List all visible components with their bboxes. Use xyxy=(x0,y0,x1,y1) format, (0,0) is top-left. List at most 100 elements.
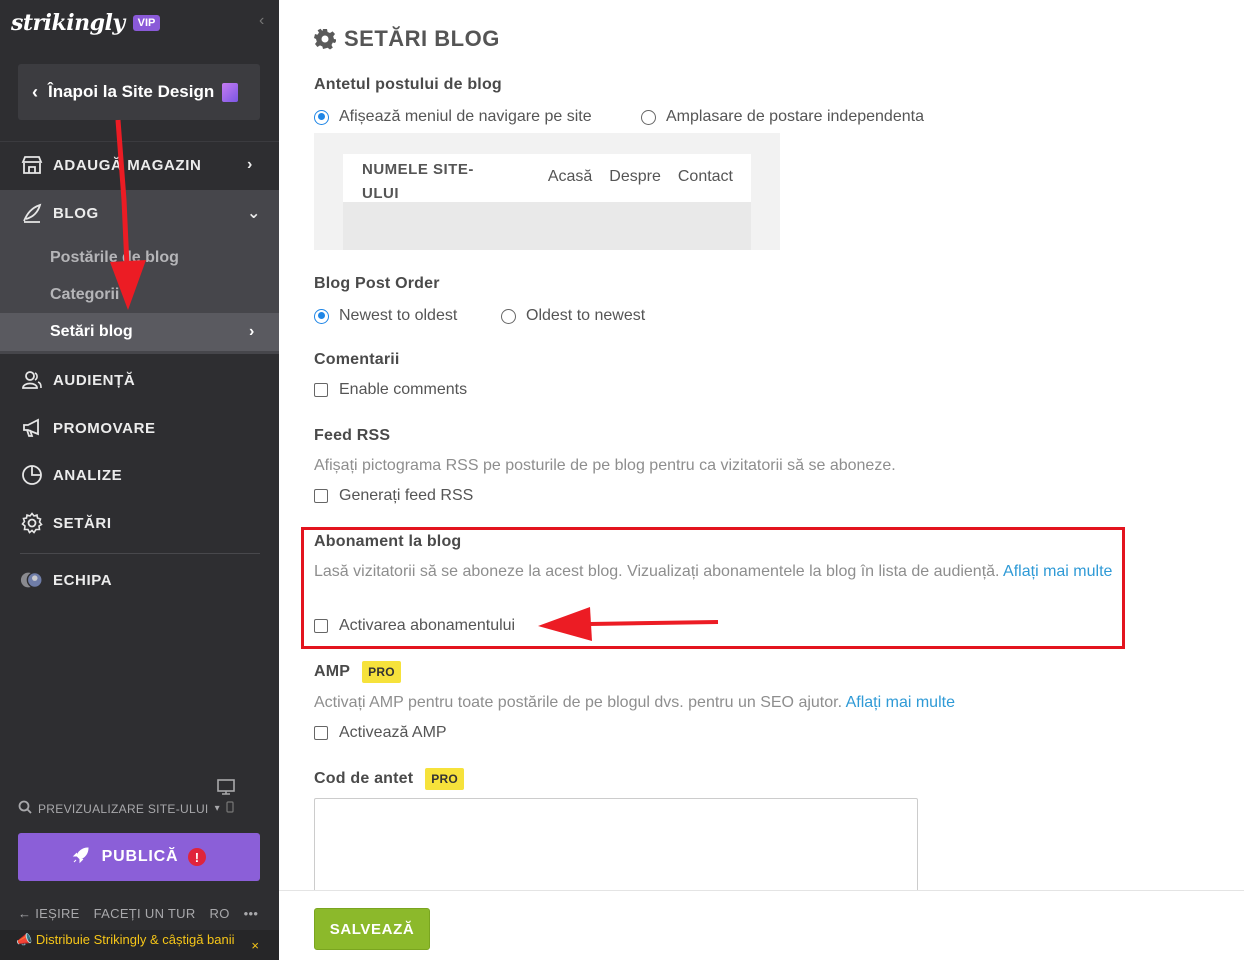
close-icon[interactable]: × xyxy=(251,939,259,952)
rss-description: Afișați pictograma RSS pe posturile de p… xyxy=(314,457,896,474)
back-button-label: Înapoi la Site Design xyxy=(48,82,215,101)
chevron-right-icon: › xyxy=(247,156,253,173)
radio-label: Afișează meniul de navigare pe site xyxy=(339,108,592,125)
page-title: SETĂRI BLOG xyxy=(314,26,500,52)
vip-badge: VIP xyxy=(132,15,161,31)
caret-down-icon: ▾ xyxy=(214,803,220,814)
preview-label: PREVIZUALIZARE SITE-ULUI xyxy=(38,801,209,816)
section-title-amp: AMP PRO xyxy=(314,661,401,683)
radio-button[interactable] xyxy=(501,308,516,324)
sidebar-item-label: AUDIENȚĂ xyxy=(53,371,136,389)
users-icon xyxy=(20,368,44,392)
mobile-view-icon[interactable] xyxy=(226,801,234,816)
sidebar-subitem-blog-posts[interactable]: Postările de blog xyxy=(0,239,279,277)
divider xyxy=(20,553,260,554)
megaphone-icon xyxy=(20,416,44,440)
radio-show-nav-menu[interactable]: Afișează meniul de navigare pe site xyxy=(314,108,592,126)
sidebar-item-blog[interactable]: BLOG ⌄ xyxy=(0,191,279,235)
preview-navbar: NUMELE SITE-ULUI Acasă Despre Contact xyxy=(343,154,751,202)
radio-button-selected[interactable] xyxy=(314,109,329,125)
publish-label: PUBLICĂ xyxy=(101,848,179,865)
section-title-rss: Feed RSS xyxy=(314,427,391,444)
preview-site-button[interactable]: PREVIZUALIZARE SITE-ULUI ▾ xyxy=(18,800,234,817)
chevron-left-icon[interactable]: ‹ xyxy=(259,12,264,30)
desktop-view-icon[interactable] xyxy=(216,777,236,797)
document-icon xyxy=(222,82,239,102)
logo-row: strikingly VIP xyxy=(11,8,161,38)
publish-button[interactable]: PUBLICĂ ! xyxy=(18,833,260,881)
radio-label: Oldest to newest xyxy=(526,307,646,324)
gear-icon xyxy=(314,28,336,50)
pie-chart-icon xyxy=(20,463,44,487)
checkbox-generate-rss[interactable]: Generați feed RSS xyxy=(314,487,473,505)
amp-description-text: Activați AMP pentru toate postările de p… xyxy=(314,694,843,711)
back-to-site-design-button[interactable]: ‹ Înapoi la Site Design xyxy=(18,64,260,120)
checkbox-label: Generați feed RSS xyxy=(339,487,474,504)
section-title-text: AMP xyxy=(314,663,351,681)
blog-section: BLOG ⌄ Postările de blog Categorii Setăr… xyxy=(0,190,279,354)
checkbox[interactable] xyxy=(314,489,328,503)
search-icon xyxy=(18,800,32,817)
radio-newest-first[interactable]: Newest to oldest xyxy=(314,307,457,325)
preview-nav-links: Acasă Despre Contact xyxy=(548,168,733,186)
language-selector[interactable]: RO xyxy=(210,906,230,921)
amp-description: Activați AMP pentru toate postările de p… xyxy=(314,691,955,715)
checkbox[interactable] xyxy=(314,383,328,397)
team-avatars-icon xyxy=(20,568,44,592)
sidebar-item-analytics[interactable]: ANALIZE xyxy=(0,453,279,497)
save-button[interactable]: SALVEAZĂ xyxy=(314,908,430,950)
chevron-left-icon: ‹ xyxy=(32,81,38,102)
sidebar-item-team[interactable]: ECHIPA xyxy=(0,558,279,602)
section-title-comments: Comentarii xyxy=(314,351,400,368)
store-icon xyxy=(20,153,44,177)
annotation-highlight-box xyxy=(301,527,1125,649)
sidebar-item-label: SETĂRI xyxy=(53,514,112,532)
sidebar-item-settings[interactable]: SETĂRI xyxy=(0,501,279,545)
preview-site-name: NUMELE SITE-ULUI xyxy=(362,161,474,202)
sidebar-item-label: ADAUGĂ MAGAZIN xyxy=(53,156,202,174)
gear-icon xyxy=(20,511,44,535)
section-title-post-header: Antetul postului de blog xyxy=(314,76,502,93)
checkbox[interactable] xyxy=(314,726,328,740)
blog-settings-panel: SETĂRI BLOG Antetul postului de blog Afi… xyxy=(279,0,1244,960)
section-title-text: Cod de antet xyxy=(314,770,414,788)
radio-button-selected[interactable] xyxy=(314,308,329,324)
strikingly-logo[interactable]: strikingly xyxy=(11,10,125,36)
radio-button[interactable] xyxy=(641,109,656,125)
checkbox-enable-amp[interactable]: Activează AMP xyxy=(314,724,447,742)
checkbox-label: Enable comments xyxy=(339,381,468,398)
megaphone-icon: 📣 xyxy=(16,932,33,947)
radio-oldest-first[interactable]: Oldest to newest xyxy=(501,307,645,325)
checkbox-label: Activează AMP xyxy=(339,724,447,741)
learn-more-link[interactable]: Aflați mai multe xyxy=(846,694,955,711)
sidebar-item-label: PROMOVARE xyxy=(53,419,156,437)
page-title-text: SETĂRI BLOG xyxy=(344,26,500,51)
sidebar-subitem-categories[interactable]: Categorii xyxy=(0,276,279,314)
sidebar-item-label: ANALIZE xyxy=(53,466,123,484)
checkbox-enable-comments[interactable]: Enable comments xyxy=(314,381,467,399)
preview-body xyxy=(343,202,751,250)
chevron-right-icon: › xyxy=(249,323,255,340)
header-preview: NUMELE SITE-ULUI Acasă Despre Contact xyxy=(314,133,780,250)
referral-promo-banner[interactable]: 📣 Distribuie Strikingly & câștigă banii … xyxy=(0,930,279,960)
preview-nav-home: Acasă xyxy=(547,168,593,185)
promo-text: Distribuie Strikingly & câștigă banii xyxy=(35,932,235,947)
preview-nav-about: Despre xyxy=(609,168,661,185)
sidebar: strikingly VIP ‹ ‹ Înapoi la Site Design… xyxy=(0,0,279,960)
divider xyxy=(0,141,279,142)
sidebar-subitem-blog-settings[interactable]: Setări blog › xyxy=(0,313,279,351)
section-title-post-order: Blog Post Order xyxy=(314,275,440,292)
footer-bar: SALVEAZĂ xyxy=(279,890,1244,960)
sidebar-item-audience[interactable]: AUDIENȚĂ xyxy=(0,358,279,402)
pro-badge: PRO xyxy=(362,661,401,683)
more-menu-icon[interactable]: ••• xyxy=(244,906,259,921)
exit-label: IEȘIRE xyxy=(35,906,80,921)
pro-badge: PRO xyxy=(425,768,464,790)
sidebar-item-promote[interactable]: PROMOVARE xyxy=(0,406,279,450)
take-tour-link[interactable]: FACEȚI UN TUR xyxy=(94,906,196,921)
radio-standalone-post[interactable]: Amplasare de postare independenta xyxy=(641,108,924,126)
chevron-down-icon: ⌄ xyxy=(247,205,262,222)
sidebar-item-add-store[interactable]: ADAUGĂ MAGAZIN › xyxy=(0,143,279,187)
exit-link[interactable]: ← IEȘIRE xyxy=(18,906,80,921)
preview-nav-contact: Contact xyxy=(677,168,733,185)
